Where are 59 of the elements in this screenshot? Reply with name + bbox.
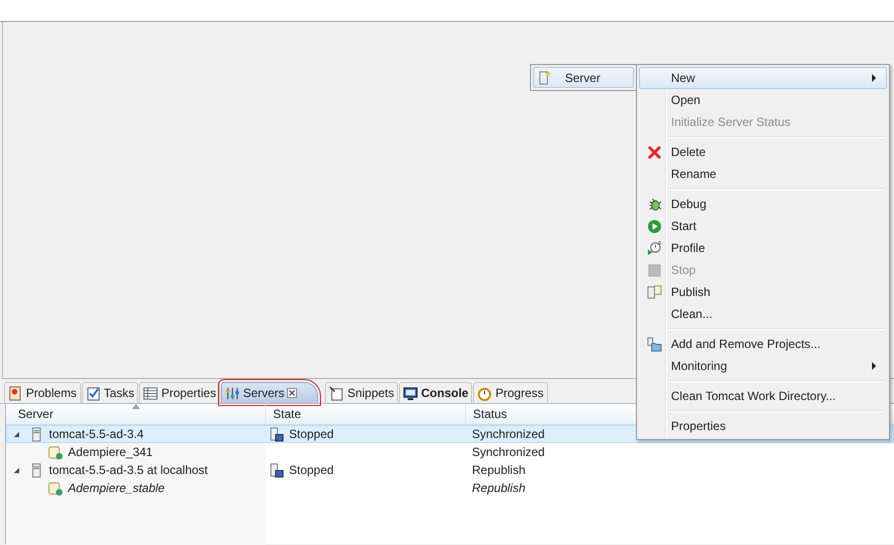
server-name: tomcat-5.5-ad-3.4 (49, 427, 144, 441)
table-row[interactable]: Adempiere_341 Synchronized (6, 443, 894, 461)
submenu-arrow-icon (872, 74, 876, 82)
view-icon (403, 386, 418, 400)
server-stopped-icon (269, 462, 284, 478)
view-icon (329, 386, 344, 400)
column-header[interactable]: State (266, 404, 466, 424)
submenu-arrow-icon (872, 362, 876, 370)
module-name: Adempiere_stable (68, 481, 165, 495)
new-server-icon (538, 70, 553, 85)
menu-item[interactable]: Start (639, 215, 887, 237)
menu-item[interactable]: Open (639, 89, 887, 111)
menu-item[interactable]: Debug (639, 193, 887, 215)
menu-item[interactable]: Clean Tomcat Work Directory... (639, 385, 887, 407)
close-icon[interactable] (287, 388, 298, 398)
stopwatch-play-icon (646, 240, 662, 256)
play-icon (646, 218, 662, 234)
view-tab[interactable]: Snippets (325, 382, 398, 403)
status-text: Synchronized (472, 445, 545, 459)
menu-item[interactable]: Monitoring (639, 355, 887, 377)
menu-item[interactable]: Rename (639, 163, 887, 185)
view-tab[interactable]: Tasks (82, 382, 138, 403)
menu-item[interactable]: Publish (639, 281, 887, 303)
view-tab[interactable]: Progress (473, 382, 548, 403)
menu-item[interactable]: Profile (639, 237, 887, 259)
server-name: tomcat-5.5-ad-3.5 at localhost (49, 463, 208, 477)
expand-toggle-icon[interactable] (13, 466, 20, 474)
status-text: Republish (472, 481, 526, 495)
view-tab[interactable]: Servers (221, 382, 318, 403)
module-name: Adempiere_341 (68, 445, 153, 459)
view-tab[interactable]: Problems (4, 382, 81, 403)
view-icon (143, 386, 158, 400)
state-text: Stopped (289, 427, 334, 441)
delete-icon (646, 144, 662, 160)
view-tab[interactable]: Console (399, 382, 472, 403)
menu-item[interactable]: Delete (639, 141, 887, 163)
table-row[interactable]: tomcat-5.5-ad-3.5 at localhost Stopped Republish (6, 461, 894, 479)
table-row[interactable]: Adempiere_stable Republish (6, 479, 894, 497)
view-tab[interactable]: Properties (139, 382, 220, 403)
view-icon (86, 386, 101, 400)
module-icon (48, 444, 63, 460)
documents-icon (646, 284, 662, 300)
menu-item[interactable]: Server (533, 67, 634, 88)
state-text: Stopped (289, 463, 334, 477)
status-text: Synchronized (472, 427, 545, 441)
menu-item[interactable]: Clean... (639, 303, 887, 325)
status-text: Republish (472, 463, 526, 477)
expand-toggle-icon[interactable] (13, 430, 20, 438)
folder-icon (646, 336, 662, 352)
column-header[interactable]: Server (6, 404, 266, 424)
stop-square-icon (646, 262, 662, 278)
bug-icon (646, 196, 662, 212)
module-icon (48, 480, 63, 496)
view-icon (225, 386, 240, 400)
menu-item[interactable]: Add and Remove Projects... (639, 333, 887, 355)
server-stopped-icon (269, 426, 284, 442)
view-icon (477, 386, 492, 400)
view-icon (8, 386, 23, 400)
menu-item[interactable]: New (639, 67, 887, 89)
